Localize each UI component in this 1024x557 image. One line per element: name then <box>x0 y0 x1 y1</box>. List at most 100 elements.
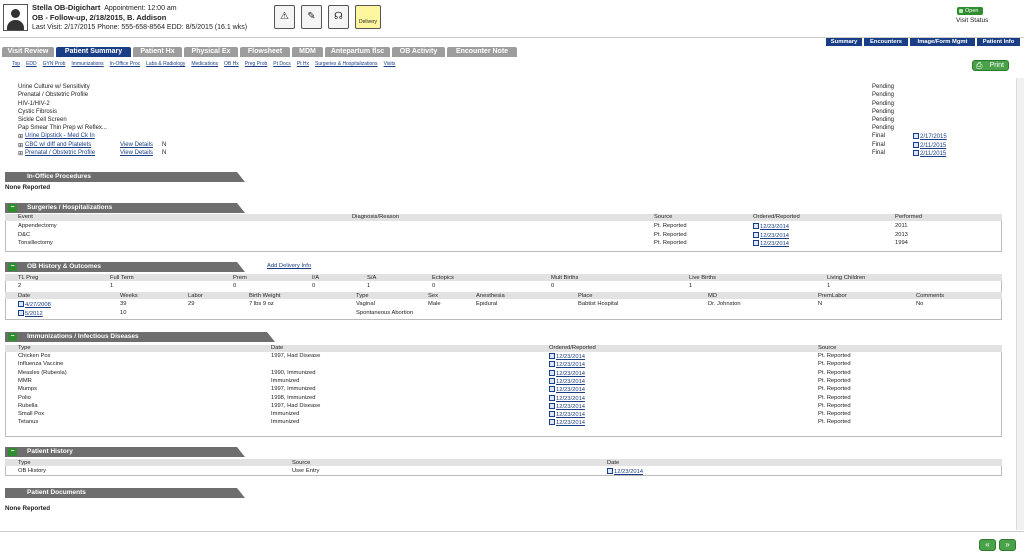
date-value[interactable]: 12/23/2014 <box>556 371 585 377</box>
expand-icon[interactable]: ⊞ <box>18 133 23 140</box>
next-button[interactable]: » <box>999 539 1016 551</box>
column-header: Full Term <box>110 275 134 281</box>
immunization-date-link[interactable]: 12/23/2014 <box>549 419 585 427</box>
immunization-date-link[interactable]: 12/23/2014 <box>549 402 585 411</box>
immunization-date-link[interactable]: 12/23/2014 <box>549 361 585 369</box>
immunization-date-link[interactable]: 12/23/2014 <box>549 386 585 394</box>
lab-name-link[interactable]: Prenatal / Obstetric Profile <box>25 150 95 156</box>
collapse-icon[interactable]: − <box>8 448 17 456</box>
subnav-link[interactable]: In-Office Proc <box>110 61 140 67</box>
lab-date[interactable]: 2/11/2015 <box>920 143 946 149</box>
subnav-link[interactable]: Pt Docs <box>273 61 291 67</box>
date-value[interactable]: 12/23/2014 <box>760 233 789 239</box>
immunization-date-link[interactable]: 12/23/2014 <box>549 369 585 378</box>
add-delivery-info-link[interactable]: Add Delivery Info <box>267 263 311 270</box>
subnav-link[interactable]: Pt Hx <box>297 61 309 67</box>
section-title[interactable]: Immunizations / Infectious Diseases <box>5 332 275 342</box>
column-header: Performed <box>895 214 923 220</box>
date-value[interactable]: 12/23/2014 <box>614 469 643 475</box>
print-button[interactable]: Print <box>972 60 1009 71</box>
tab-encounter-note[interactable]: Encounter Note <box>447 47 517 57</box>
immunization-date-link[interactable]: 12/23/2014 <box>549 394 585 403</box>
main-tabs: Visit Review Patient Summary Patient Hx … <box>0 47 1024 57</box>
date-value[interactable]: 12/23/2014 <box>556 362 585 368</box>
last-visit-line: Last Visit: 2/17/2015 Phone: 555-658-856… <box>32 24 248 31</box>
subnav-link[interactable]: EDD <box>26 61 37 67</box>
tab-encounters[interactable]: Encounters <box>864 38 908 46</box>
column-header: PremLabor <box>818 293 847 299</box>
section-title[interactable]: Patient History <box>5 447 245 457</box>
subnav-link[interactable]: GYN Prob <box>43 61 66 67</box>
subnav-link[interactable]: Visits <box>384 61 396 67</box>
lab-date-link[interactable]: 2/11/2015 <box>913 150 946 157</box>
tab-patient-hx[interactable]: Patient Hx <box>133 47 182 57</box>
view-details-link[interactable]: View Details <box>120 142 153 148</box>
ordered-date-link[interactable]: 12/23/2014 <box>753 231 789 240</box>
table-cell: MMR <box>18 377 32 384</box>
open-status-badge[interactable]: Open <box>957 7 983 15</box>
date-value[interactable]: 4/27/2008 <box>25 302 51 308</box>
tab-antepartum[interactable]: Antepartum flsc <box>325 47 390 57</box>
section-title[interactable]: OB History & Outcomes <box>5 262 245 272</box>
scrollbar[interactable] <box>1016 78 1024 530</box>
avatar[interactable] <box>3 4 28 31</box>
tab-flowsheet[interactable]: Flowsheet <box>240 47 290 57</box>
table-cell: Pt. Reported <box>818 377 851 384</box>
lab-date-link[interactable]: 2/17/2015 <box>913 133 947 140</box>
date-value[interactable]: 12/23/2014 <box>556 379 585 385</box>
date-value[interactable]: 12/23/2014 <box>556 354 585 360</box>
lab-status: Pending <box>872 125 895 131</box>
tab-mdm[interactable]: MDM <box>292 47 323 57</box>
ordered-date-link[interactable]: 12/23/2014 <box>753 240 789 248</box>
expand-icon[interactable]: ⊞ <box>18 150 23 157</box>
immunization-date-link[interactable]: 12/23/2014 <box>549 411 585 419</box>
tab-image-form-mgmt[interactable]: Image/Form Mgmt <box>910 38 975 46</box>
lab-date-link[interactable]: 2/11/2015 <box>913 142 946 149</box>
alert-button[interactable]: ⚠ <box>274 5 295 29</box>
subnav-link[interactable]: Immunizations <box>71 61 103 67</box>
subnav-link[interactable]: OB Hx <box>224 61 239 67</box>
date-value[interactable]: 12/23/2014 <box>556 387 585 393</box>
date-value[interactable]: 12/23/2014 <box>760 224 789 230</box>
delivery-date-link[interactable]: 5/2012 <box>18 310 43 318</box>
subnav-link[interactable]: Medications <box>191 61 218 67</box>
date-value[interactable]: 12/23/2014 <box>556 404 585 410</box>
immunization-date-link[interactable]: 12/23/2014 <box>549 353 585 361</box>
subnav-link[interactable]: Top <box>12 61 20 67</box>
visit-status-label: Visit Status <box>956 17 989 24</box>
date-value[interactable]: 12/23/2014 <box>760 241 789 247</box>
collapse-icon[interactable]: − <box>8 333 17 341</box>
lab-date[interactable]: 2/11/2015 <box>920 151 946 157</box>
view-details-link[interactable]: View Details <box>120 150 153 156</box>
collapse-icon[interactable]: − <box>8 263 17 271</box>
collapse-icon[interactable]: − <box>8 204 17 212</box>
date-value[interactable]: 5/2012 <box>25 311 43 317</box>
stethoscope-button[interactable]: ☊ <box>328 5 349 29</box>
delivery-button[interactable]: Delivery <box>355 5 381 29</box>
lab-date[interactable]: 2/17/2015 <box>920 134 947 140</box>
notes-button[interactable]: ✎ <box>301 5 322 29</box>
lab-name-link[interactable]: Urine Dipstick - Med Ck In <box>25 133 95 139</box>
section-title[interactable]: In-Office Procedures <box>5 172 245 182</box>
previous-button[interactable]: « <box>979 539 996 551</box>
tab-physical-ex[interactable]: Physical Ex <box>184 47 238 57</box>
lab-name-link[interactable]: CBC w/ diff and Platelets <box>25 142 91 148</box>
tab-patient-info[interactable]: Patient Info <box>977 38 1020 46</box>
date-value[interactable]: 12/23/2014 <box>556 396 585 402</box>
history-date-link[interactable]: 12/23/2014 <box>607 468 643 476</box>
section-title[interactable]: Patient Documents <box>5 488 245 498</box>
immunization-date-link[interactable]: 12/23/2014 <box>549 377 585 386</box>
tab-ob-activity[interactable]: OB Activity <box>392 47 445 57</box>
tab-patient-summary[interactable]: Patient Summary <box>56 47 131 57</box>
ordered-date-link[interactable]: 12/23/2014 <box>753 223 789 231</box>
subnav-link[interactable]: Labs & Radiology <box>146 61 185 67</box>
subnav-link[interactable]: Surgeries & Hospitalizations <box>315 61 378 67</box>
date-value[interactable]: 12/23/2014 <box>556 420 585 426</box>
date-value[interactable]: 12/23/2014 <box>556 412 585 418</box>
tab-summary[interactable]: Summary <box>826 38 862 46</box>
subnav-link[interactable]: Preg Prob <box>245 61 268 67</box>
expand-icon[interactable]: ⊞ <box>18 142 23 149</box>
tab-visit-review[interactable]: Visit Review <box>2 47 54 57</box>
section-title[interactable]: Surgeries / Hospitalizations <box>5 203 245 213</box>
delivery-date-link[interactable]: 4/27/2008 <box>18 301 51 309</box>
